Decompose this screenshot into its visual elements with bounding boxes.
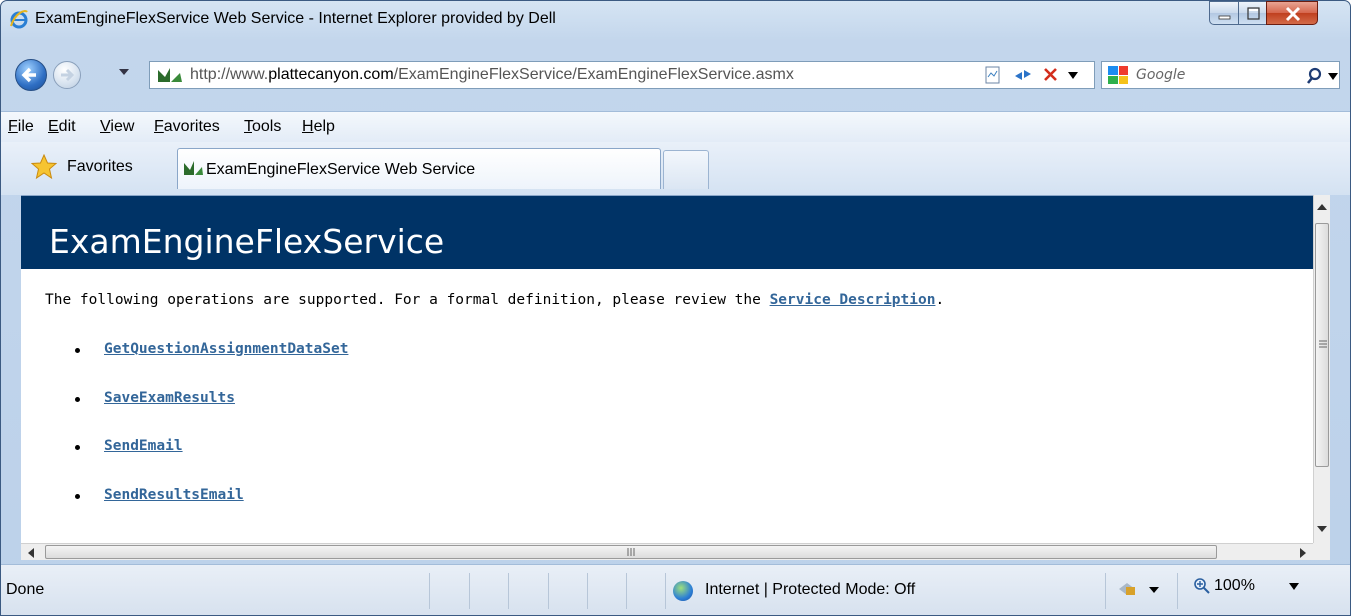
menu-tools[interactable]: Tools [244, 118, 281, 136]
intro-text: The following operations are supported. … [45, 292, 945, 308]
maximize-icon [1247, 7, 1260, 20]
minimize-icon [1218, 15, 1231, 20]
horizontal-scroll-thumb[interactable] [45, 545, 1217, 559]
status-divider [429, 573, 430, 609]
status-divider [508, 573, 509, 609]
back-button[interactable] [15, 59, 47, 91]
vertical-scrollbar[interactable] [1313, 195, 1330, 543]
scroll-corner [1313, 543, 1330, 560]
status-text: Done [6, 581, 45, 598]
internet-zone-icon [673, 581, 693, 601]
window-title: ExamEngineFlexService Web Service - Inte… [35, 10, 556, 27]
status-divider [665, 573, 666, 609]
search-input[interactable]: Google [1136, 67, 1185, 83]
bullet [75, 494, 80, 499]
menu-favorites[interactable]: Favorites [154, 118, 220, 136]
bullet [75, 397, 80, 402]
internet-explorer-icon [10, 10, 28, 29]
browser-window: ExamEngineFlexService Web Service - Inte… [0, 0, 1351, 616]
search-dropdown-icon[interactable] [1328, 73, 1338, 81]
grip-icon [1319, 340, 1327, 348]
menu-view[interactable]: View [100, 118, 134, 136]
refresh-icon [1015, 70, 1031, 80]
new-tab-button[interactable] [663, 150, 709, 189]
favorites-label: Favorites [67, 158, 133, 175]
operation-link-send-results-email[interactable]: SendResultsEmail [104, 487, 244, 503]
menu-file[interactable]: File [8, 118, 34, 136]
scroll-down-icon[interactable] [1317, 525, 1327, 533]
status-divider [469, 573, 470, 609]
horizontal-scrollbar[interactable] [21, 543, 1313, 560]
menu-edit[interactable]: Edit [48, 118, 76, 136]
minimize-button[interactable] [1209, 1, 1239, 25]
back-arrow-icon [21, 67, 36, 83]
close-button[interactable] [1266, 1, 1318, 25]
stop-button[interactable] [1040, 64, 1062, 86]
bullet [75, 348, 80, 353]
scroll-up-icon[interactable] [1317, 203, 1327, 211]
tab-label: ExamEngineFlexService Web Service [206, 161, 476, 178]
close-icon [1285, 6, 1301, 22]
security-zone-label[interactable]: Internet | Protected Mode: Off [705, 581, 915, 599]
search-icon[interactable] [1306, 66, 1326, 86]
operation-link-send-email[interactable]: SendEmail [104, 438, 183, 454]
operation-link-save-exam-results[interactable]: SaveExamResults [104, 390, 235, 406]
history-dropdown-icon[interactable] [118, 67, 130, 77]
tab-favicon-icon [184, 161, 203, 175]
status-divider [548, 573, 549, 609]
compatibility-view-icon [985, 66, 1000, 84]
zoom-icon [1194, 578, 1210, 594]
operation-link-get-question-assignment-dataset[interactable]: GetQuestionAssignmentDataSet [104, 341, 348, 357]
title-bar: ExamEngineFlexService Web Service - Inte… [1, 1, 1350, 37]
url-text[interactable]: http://www.plattecanyon.com/ExamEngineFl… [190, 66, 794, 84]
service-description-link[interactable]: Service Description [770, 292, 936, 308]
page-viewport: ExamEngineFlexService The following oper… [21, 195, 1313, 544]
status-divider [587, 573, 588, 609]
page-title: ExamEngineFlexService [49, 222, 445, 261]
status-divider [1177, 573, 1178, 609]
tab-exam-engine-service[interactable]: ExamEngineFlexService Web Service [177, 148, 661, 189]
site-favicon-icon [158, 68, 182, 82]
menu-help[interactable]: Help [302, 118, 335, 136]
scroll-right-icon[interactable] [1299, 548, 1307, 558]
google-provider-icon [1108, 66, 1128, 84]
status-divider [1105, 573, 1106, 609]
favorites-button[interactable]: Favorites [31, 154, 161, 182]
compatibility-view-button[interactable] [982, 64, 1004, 86]
search-box[interactable]: Google [1101, 61, 1340, 89]
forward-arrow-icon [61, 68, 75, 82]
bullet [75, 445, 80, 450]
zoom-dropdown-icon[interactable] [1289, 583, 1299, 591]
scroll-left-icon[interactable] [27, 548, 35, 558]
address-bar[interactable]: http://www.plattecanyon.com/ExamEngineFl… [149, 61, 1095, 89]
page-banner: ExamEngineFlexService [21, 196, 1313, 269]
maximize-button[interactable] [1238, 1, 1267, 25]
refresh-button[interactable] [1012, 64, 1034, 86]
forward-button[interactable] [53, 61, 81, 89]
zoom-level[interactable]: 100% [1214, 577, 1255, 595]
vertical-scroll-thumb[interactable] [1315, 223, 1329, 467]
status-divider [626, 573, 627, 609]
status-bar: Done Internet | Protected Mode: Off 100% [1, 564, 1350, 615]
stop-icon [1044, 68, 1057, 81]
menu-bar: File Edit View Favorites Tools Help [1, 111, 1350, 143]
address-dropdown-icon[interactable] [1068, 72, 1078, 80]
grip-icon [627, 548, 635, 556]
protected-mode-icon[interactable] [1117, 579, 1161, 599]
favorites-star-icon [31, 154, 57, 180]
